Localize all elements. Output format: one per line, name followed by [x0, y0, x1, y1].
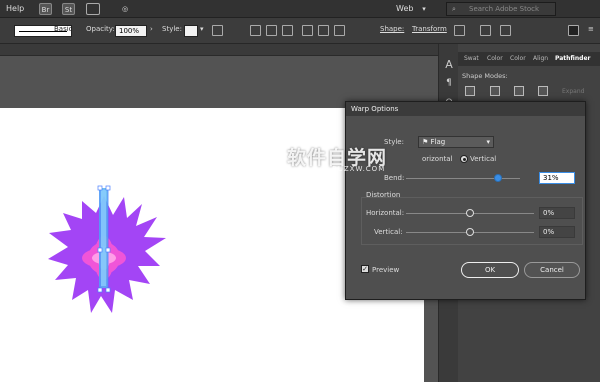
tab-color[interactable]: Color	[487, 55, 503, 62]
distortion-vertical-thumb[interactable]	[466, 228, 474, 236]
selection-handle	[105, 247, 111, 253]
shape-modes-label: Shape Modes:	[462, 72, 508, 80]
selection-handle	[97, 287, 103, 293]
expand-button[interactable]: Expand	[562, 88, 584, 95]
distortion-horizontal-label: Horizontal:	[366, 209, 405, 217]
warp-style-value: Flag	[430, 138, 446, 146]
bend-label: Bend:	[384, 174, 405, 182]
style-label: Style:	[384, 138, 404, 146]
ok-button[interactable]: OK	[461, 262, 519, 278]
workspace-chevron-icon[interactable]: ▾	[420, 3, 428, 15]
distortion-horizontal-field[interactable]: 0%	[539, 207, 575, 219]
selection-handle	[97, 247, 103, 253]
shape-label[interactable]: Shape:	[380, 25, 404, 33]
adobe-stock-search[interactable]: Search Adobe Stock	[446, 2, 556, 16]
menu-bar: Help Br St ◎ Web ▾ Search Adobe Stock ⌕	[0, 0, 600, 18]
opacity-field[interactable]: 100%	[115, 25, 147, 37]
graphic-style-swatch[interactable]	[184, 25, 198, 37]
cancel-button[interactable]: Cancel	[524, 262, 580, 278]
panel-tabs: Swat Color Color Align Pathfinder	[458, 52, 600, 66]
flag-icon: ⚑	[422, 138, 431, 146]
selection-handle	[105, 185, 111, 191]
isolate-icon[interactable]	[454, 25, 465, 36]
align-bottom-icon[interactable]	[334, 25, 345, 36]
align-right-icon[interactable]	[282, 25, 293, 36]
style-chevron-icon[interactable]: ▾	[200, 25, 204, 33]
vertical-radio-label: Vertical	[470, 155, 497, 163]
panel-toggle-icon[interactable]	[568, 25, 579, 36]
bend-slider-thumb[interactable]	[494, 174, 503, 182]
style-label: Style:	[162, 25, 182, 33]
arrange-documents-icon[interactable]	[86, 3, 100, 15]
minus-front-icon[interactable]	[490, 86, 500, 96]
chevron-down-icon: ▾	[486, 138, 490, 146]
align-left-icon[interactable]	[250, 25, 261, 36]
recolor-icon[interactable]	[212, 25, 223, 36]
warp-style-select[interactable]: ⚑ Flag ▾	[418, 136, 494, 148]
bridge-icon[interactable]: Br	[39, 3, 52, 15]
transform-each-icon[interactable]	[480, 25, 491, 36]
workspace-switcher[interactable]: Web	[396, 4, 413, 13]
tab-swatches[interactable]: Swat	[464, 55, 479, 62]
exclude-icon[interactable]	[538, 86, 548, 96]
tab-pathfinder[interactable]: Pathfinder	[555, 55, 590, 62]
horizontal-radio-label: orizontal	[422, 155, 453, 163]
preview-label: Preview	[372, 266, 400, 274]
intersect-icon[interactable]	[514, 86, 524, 96]
search-icon: ⌕	[452, 5, 456, 13]
control-bar: Basic Opacity: 100% › Style: ▾ Shape: Tr…	[0, 18, 600, 44]
align-middle-icon[interactable]	[318, 25, 329, 36]
distortion-vertical-field[interactable]: 0%	[539, 226, 575, 238]
menu-help[interactable]: Help	[6, 4, 24, 13]
gpu-performance-icon[interactable]: ◎	[118, 3, 132, 15]
paragraph-icon[interactable]: ¶	[443, 78, 455, 90]
distortion-vertical-label: Vertical:	[374, 228, 403, 236]
character-icon[interactable]: A	[443, 58, 455, 71]
bend-field[interactable]: 31%	[539, 172, 575, 184]
bend-slider-track[interactable]	[406, 178, 520, 179]
opacity-label: Opacity:	[86, 25, 115, 33]
dialog-title: Warp Options	[346, 102, 585, 116]
tab-align[interactable]: Align	[533, 55, 548, 62]
transform-label[interactable]: Transform	[412, 25, 447, 33]
preview-checkbox[interactable]: ✓	[361, 265, 369, 273]
align-top-icon[interactable]	[302, 25, 313, 36]
stroke-style-label[interactable]: Basic	[54, 25, 73, 33]
tab-color-guide[interactable]: Color	[510, 55, 526, 62]
menu-more-icon[interactable]: ≡	[588, 25, 594, 33]
strap-highlight	[101, 190, 106, 286]
selection-handle	[97, 185, 103, 191]
selection-handle	[105, 287, 111, 293]
stock-icon[interactable]: St	[62, 3, 75, 15]
options-icon[interactable]	[500, 25, 511, 36]
distortion-horizontal-thumb[interactable]	[466, 209, 474, 217]
warp-options-dialog: Warp Options Style: ⚑ Flag ▾ orizontal V…	[345, 101, 586, 300]
unite-icon[interactable]	[465, 86, 475, 96]
document-tab-bar	[0, 44, 438, 56]
opacity-chevron-icon[interactable]: ›	[150, 25, 153, 33]
align-center-icon[interactable]	[266, 25, 277, 36]
vertical-radio[interactable]	[460, 155, 468, 163]
